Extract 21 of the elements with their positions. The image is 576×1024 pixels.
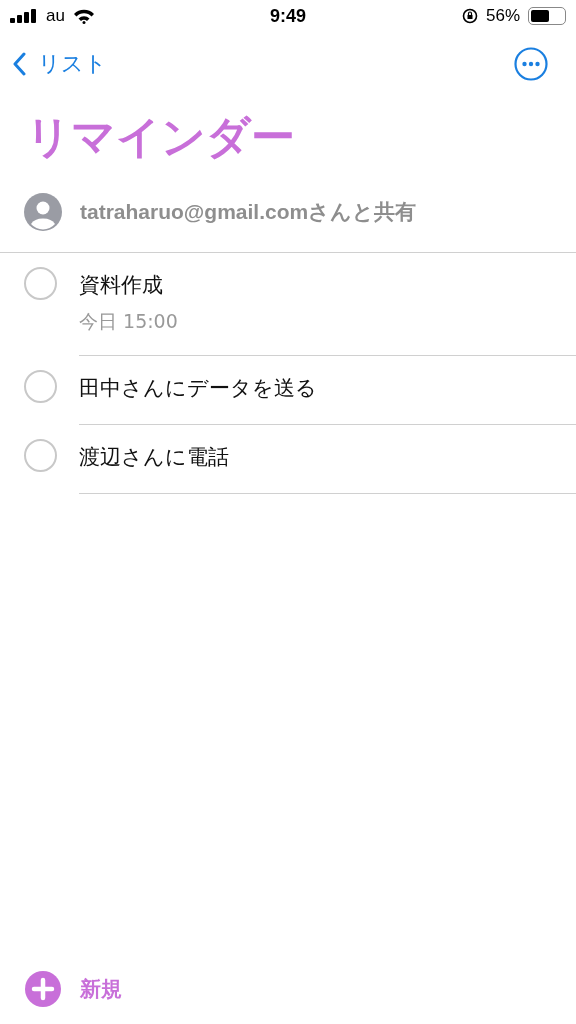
checkbox[interactable] [24, 439, 57, 472]
reminder-title[interactable]: 田中さんにデータを送る [79, 374, 317, 402]
more-icon[interactable] [514, 47, 548, 81]
checkbox[interactable] [24, 370, 57, 403]
reminder-title[interactable]: 資料作成 [79, 271, 163, 299]
checkbox[interactable] [24, 267, 57, 300]
reminder-title[interactable]: 渡辺さんに電話 [79, 443, 229, 471]
back-button[interactable]: リスト [12, 49, 107, 79]
chevron-left-icon [12, 52, 26, 76]
avatar-icon [24, 193, 62, 231]
wifi-icon [72, 8, 95, 24]
reminder-due: 今日 15:00 [79, 309, 178, 334]
signal-icon [10, 9, 38, 23]
carrier: au [46, 6, 65, 26]
clock: 9:49 [270, 5, 306, 27]
shared-with-text: tatraharuo@gmail.comさんと共有 [80, 199, 417, 225]
list-title: リマインダー [26, 110, 296, 164]
plus-icon [24, 970, 62, 1008]
battery-icon [528, 7, 566, 25]
battery-percent: 56% [485, 6, 520, 26]
rotation-lock-icon [461, 8, 478, 24]
